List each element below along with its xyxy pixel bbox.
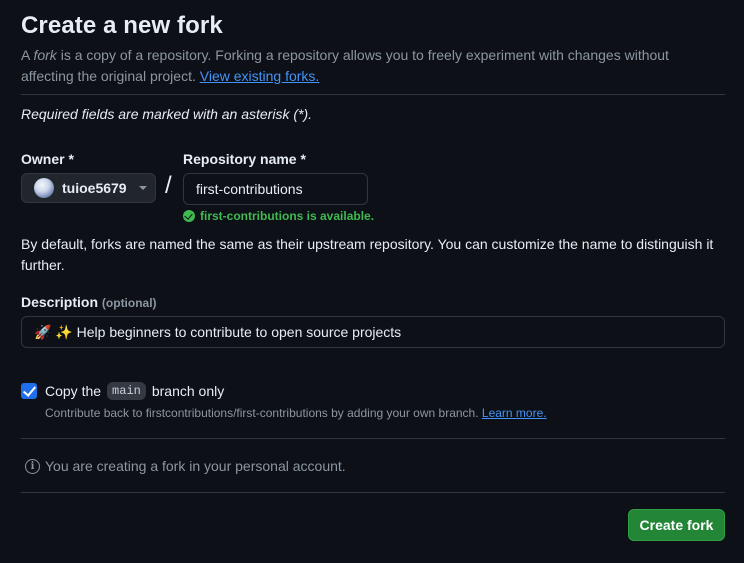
copy-main-branch-checkbox[interactable] [21, 383, 37, 399]
form-divider [21, 438, 725, 439]
branch-name-code: main [107, 382, 146, 400]
naming-info-text: By default, forks are named the same as … [21, 236, 714, 273]
owner-avatar [34, 178, 54, 198]
owner-name: tuioe5679 [62, 180, 127, 196]
create-fork-button[interactable]: Create fork [628, 509, 725, 541]
availability-text: first-contributions is available. [200, 209, 375, 223]
subtitle-prefix: A [21, 47, 34, 63]
triangle-down-icon [138, 186, 147, 190]
footer-divider [21, 492, 725, 493]
availability-status: first-contributions is available. [183, 209, 374, 223]
learn-more-link[interactable]: Learn more. [482, 406, 547, 420]
owner-dropdown-button[interactable]: tuioe5679 [21, 173, 156, 203]
description-input[interactable] [21, 316, 725, 348]
description-label: Description (optional) [21, 294, 157, 310]
optional-hint: (optional) [101, 296, 157, 310]
copy-branch-label[interactable]: Copy the main branch only [45, 382, 224, 400]
subtitle-fork-term: fork [33, 47, 57, 63]
page-title: Create a new fork [21, 12, 223, 39]
subtitle-text: is a copy of a repository. Forking a rep… [21, 47, 669, 84]
copy-branch-help: Contribute back to firstcontributions/fi… [45, 406, 547, 420]
repository-name-label: Repository name * [183, 151, 306, 167]
description-label-text: Description [21, 294, 99, 310]
info-icon: i [25, 458, 40, 474]
repository-name-input[interactable] [183, 173, 368, 205]
copy-help-text: Contribute back to firstcontributions/fi… [45, 406, 479, 420]
check-circle-fill-icon [183, 210, 195, 222]
required-fields-note: Required fields are marked with an aster… [21, 106, 313, 122]
owner-repo-separator: / [165, 172, 172, 199]
personal-note-text: You are creating a fork in your personal… [45, 458, 346, 474]
view-existing-forks-link[interactable]: View existing forks. [200, 68, 320, 84]
owner-label: Owner * [21, 151, 74, 167]
copy-label-before: Copy the [45, 383, 102, 399]
page-subtitle: A fork is a copy of a repository. Forkin… [21, 45, 711, 87]
personal-account-note: i You are creating a fork in your person… [25, 458, 346, 474]
header-divider [21, 94, 725, 95]
copy-label-after: branch only [151, 383, 225, 399]
